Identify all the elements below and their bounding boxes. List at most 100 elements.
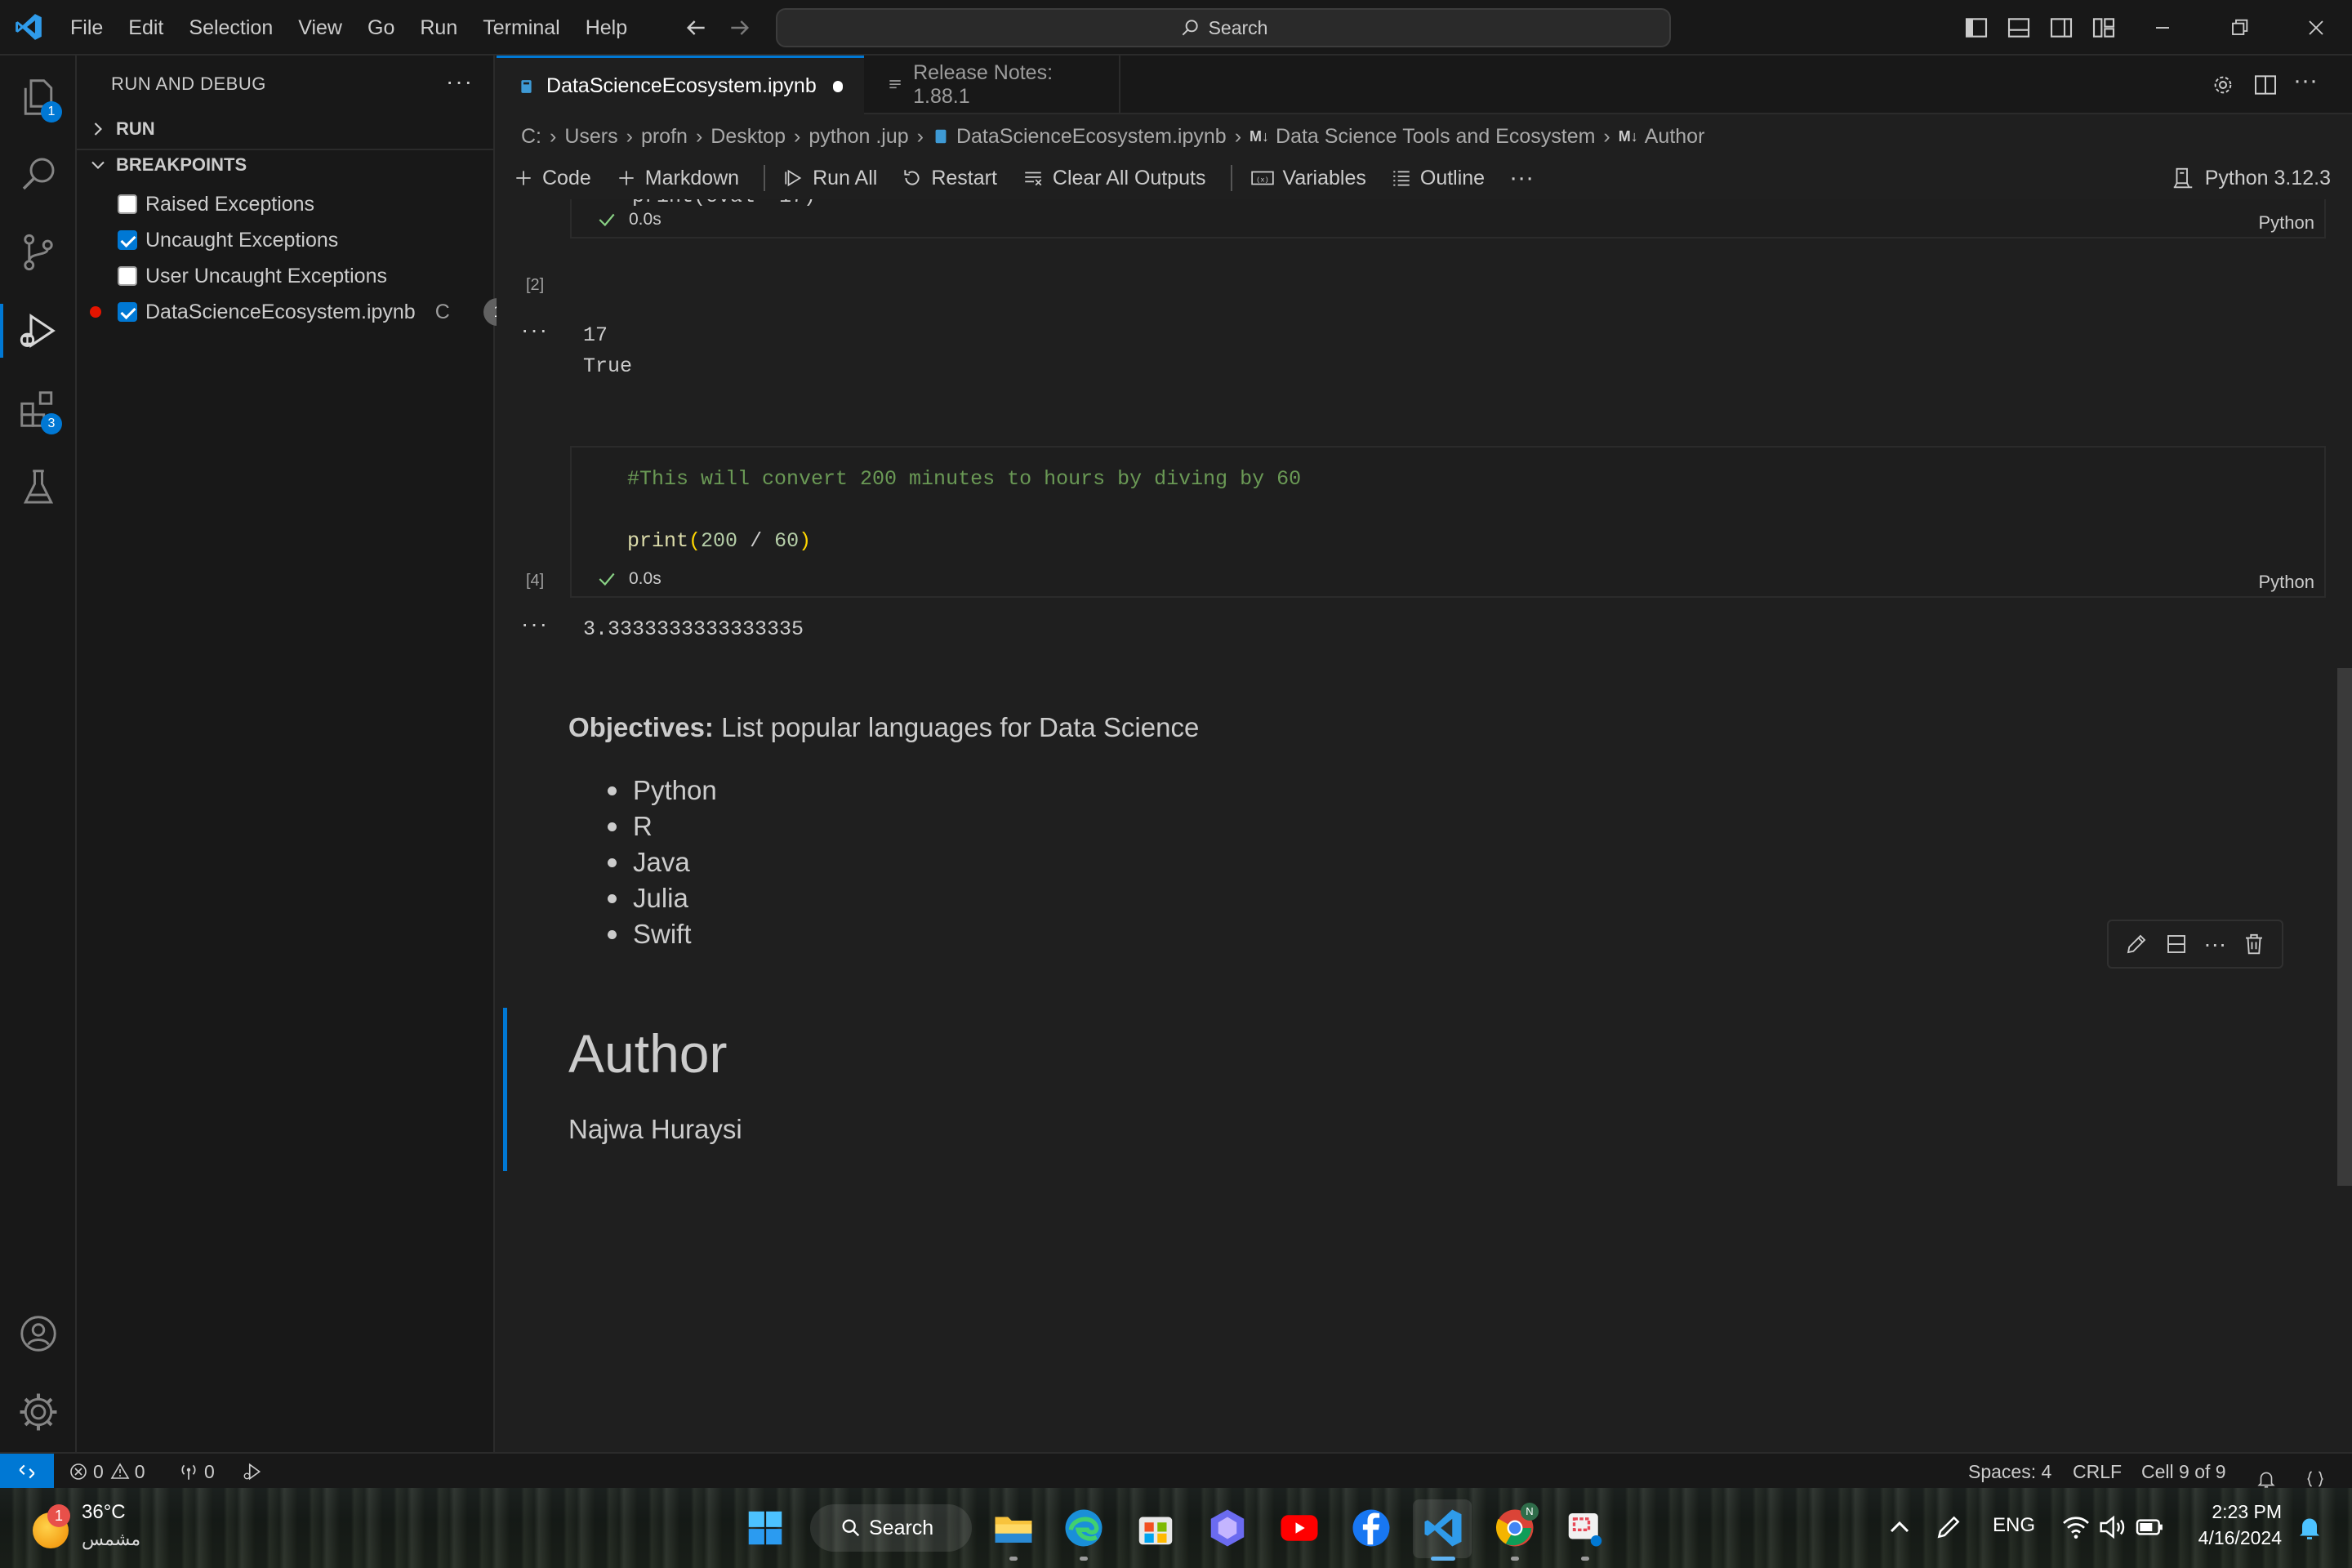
testing-button[interactable] [16,466,60,510]
snipping-tool-icon[interactable] [1563,1506,1607,1550]
indentation-indicator[interactable]: Spaces: 4 [1968,1454,2051,1490]
manage-button[interactable] [16,1390,60,1434]
close-icon[interactable] [2303,15,2329,41]
clear-all-outputs-button[interactable]: Clear All Outputs [1022,167,1206,190]
microsoft-store-icon[interactable] [1134,1506,1178,1550]
breadcrumb-item[interactable]: Users [564,125,617,149]
checkbox[interactable] [118,230,137,250]
breadcrumb-item[interactable]: Desktop [710,125,786,149]
code-line[interactable]: print(eval==17) [632,199,816,208]
breakpoints-section-header[interactable]: BREAKPOINTS [87,154,247,176]
search-view-button[interactable] [16,152,60,196]
checkbox[interactable] [118,194,137,214]
command-center-search[interactable]: Search [776,8,1671,47]
edge-browser-icon[interactable] [1062,1506,1106,1550]
trash-icon[interactable] [2242,932,2266,956]
markdown-cell-author[interactable]: Author Najwa Huraysi [568,1021,742,1145]
breadcrumb-item[interactable]: Data Science Tools and Ecosystem [1276,125,1595,149]
menu-file[interactable]: File [70,16,103,40]
wifi-icon[interactable] [2060,1511,2092,1544]
menu-edit[interactable]: Edit [128,16,163,40]
toggle-secondary-sidebar-icon[interactable] [2048,15,2074,41]
youtube-icon[interactable] [1277,1506,1321,1550]
input-language[interactable]: ENG [1993,1514,2035,1537]
cell-language[interactable]: Python [2259,572,2315,593]
menu-run[interactable]: Run [420,16,457,40]
restart-button[interactable]: Restart [902,167,997,190]
restore-icon[interactable] [2226,15,2252,41]
menu-go[interactable]: Go [368,16,394,40]
menu-selection[interactable]: Selection [189,16,273,40]
kernel-picker[interactable]: Python 3.12.3 [2171,157,2331,199]
output-more-button[interactable]: ··· [521,317,549,343]
eol-indicator[interactable]: CRLF [2073,1454,2122,1490]
forward-arrow-icon[interactable] [727,15,753,41]
back-arrow-icon[interactable] [683,15,709,41]
editor-more-actions[interactable]: ··· [2293,67,2318,95]
code-cell[interactable]: #This will convert 200 minutes to hours … [570,446,2326,598]
code-comment[interactable]: #This will convert 200 minutes to hours … [627,467,1301,491]
breakpoint-uncaught-exceptions[interactable]: Uncaught Exceptions [118,224,338,256]
breakpoint-user-uncaught-exceptions[interactable]: User Uncaught Exceptions [118,260,387,292]
code-cell[interactable]: print(eval==17) 0.0s Python [570,199,2326,238]
source-control-button[interactable] [16,230,60,274]
explorer-button[interactable]: 1 [16,75,62,122]
debug-launch-button[interactable] [242,1454,263,1490]
split-editor-icon[interactable] [2252,72,2278,98]
breadcrumb-item[interactable]: python .jup [808,125,908,149]
minimize-icon[interactable] [2149,15,2176,41]
code-line[interactable]: print(200 / 60) [627,529,811,553]
remote-indicator[interactable] [0,1454,54,1490]
pen-icon[interactable] [1932,1511,1965,1544]
add-markdown-button[interactable]: Markdown [616,167,739,190]
volume-icon[interactable] [2096,1511,2128,1544]
markdown-cell-objectives[interactable]: Objectives: List popular languages for D… [568,712,1199,952]
file-explorer-icon[interactable] [991,1506,1036,1550]
tab-release-notes[interactable]: Release Notes: 1.88.1 [866,56,1120,114]
checkbox[interactable] [118,302,137,322]
toolbar-more-button[interactable]: ··· [1509,164,1534,192]
output-more-button[interactable]: ··· [521,611,549,637]
customize-layout-icon[interactable] [2091,15,2117,41]
variables-button[interactable]: (x) Variables [1250,167,1366,190]
edit-pencil-icon[interactable] [2124,932,2149,956]
cell-more-actions[interactable]: ··· [2203,931,2226,957]
unsaved-dot-icon[interactable] [832,80,843,92]
add-code-button[interactable]: Code [513,167,591,190]
clock-time[interactable]: 2:23 PM [2210,1501,2282,1523]
split-cell-icon[interactable] [2164,932,2189,956]
vscode-taskbar-icon[interactable] [1421,1506,1465,1550]
facebook-icon[interactable] [1349,1506,1393,1550]
extensions-button[interactable]: 3 [16,387,62,434]
breadcrumb-item[interactable]: DataScienceEcosystem.ipynb [956,125,1227,149]
chevron-up-icon[interactable] [1883,1511,1916,1544]
ports-indicator[interactable]: 0 [178,1454,215,1490]
run-all-button[interactable]: Run All [783,167,877,190]
breakpoint-raised-exceptions[interactable]: Raised Exceptions [118,188,314,220]
problems-indicator[interactable]: 0 0 [69,1454,145,1490]
weather-temp[interactable]: 36°C [82,1501,126,1524]
run-section-header[interactable]: RUN [87,118,155,140]
toggle-panel-icon[interactable] [2006,15,2032,41]
breakpoint-file[interactable]: DataScienceEcosystem.ipynb C [118,296,450,328]
accounts-button[interactable] [16,1312,60,1356]
breadcrumb-item[interactable]: Author [1645,125,1705,149]
clock-date[interactable]: 4/16/2024 [2190,1527,2282,1549]
breadcrumb-item[interactable]: C: [521,125,541,149]
toggle-primary-sidebar-icon[interactable] [1963,15,1989,41]
menu-help[interactable]: Help [586,16,627,40]
windows-start-icon[interactable] [743,1506,787,1550]
breadcrumb-item[interactable]: profn [641,125,688,149]
checkbox[interactable] [118,266,137,286]
cell-language[interactable]: Python [2259,212,2315,234]
run-and-debug-button[interactable] [0,304,60,358]
taskbar-search[interactable]: Search [810,1504,972,1552]
menu-view[interactable]: View [298,16,342,40]
copilot-icon[interactable] [1205,1506,1250,1550]
notification-bell-icon[interactable] [2295,1512,2324,1542]
menu-terminal[interactable]: Terminal [483,16,559,40]
scrollbar-thumb[interactable] [2337,668,2352,1186]
cell-position-indicator[interactable]: Cell 9 of 9 [2141,1454,2226,1490]
tab-notebook[interactable]: DataScienceEcosystem.ipynb [497,56,864,114]
outline-button[interactable]: Outline [1391,167,1485,190]
